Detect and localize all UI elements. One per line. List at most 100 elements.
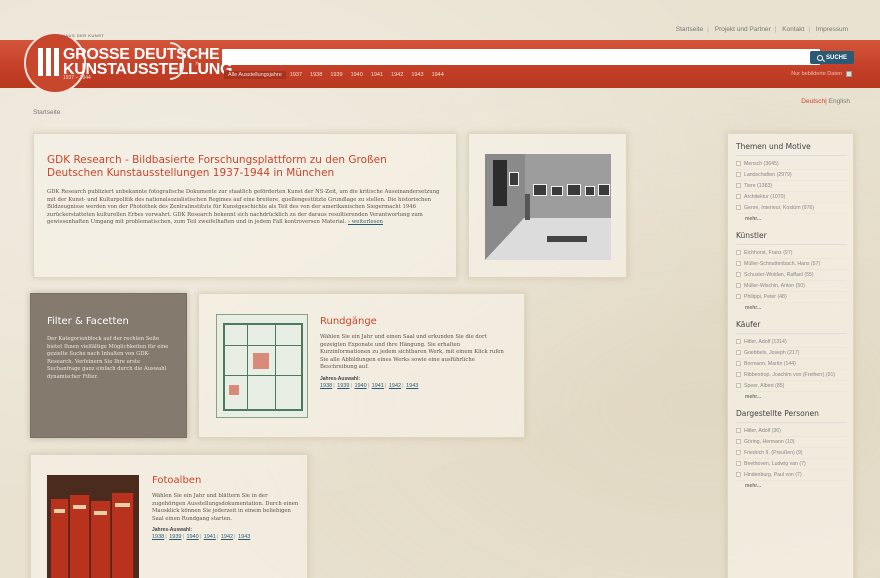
facet-item[interactable]: Speer, Albert (85) [736,381,847,392]
facet-more-link[interactable]: mehr... [736,303,847,315]
facet-item[interactable]: Bormann, Martin (144) [736,359,847,370]
facet-item[interactable]: Schuster-Woldan, Raffael (55) [736,270,847,281]
album-year-link[interactable]: 1943 [238,534,250,540]
facet-label: Genre, Interieur, Kostüm (976) [744,204,815,211]
floor-plan-image[interactable] [216,314,308,418]
rundgaenge-title[interactable]: Rundgänge [320,316,510,327]
plan-wall [275,323,276,411]
facet-item[interactable]: Müller-Schnuttenbach, Hans (57) [736,259,847,270]
facet-checkbox[interactable] [736,205,741,211]
facet-checkbox[interactable] [736,383,741,389]
facet-checkbox[interactable] [736,350,741,356]
facet-more-link[interactable]: mehr... [736,214,847,226]
facet-checkbox[interactable] [736,272,741,278]
facet-checkbox[interactable] [736,428,741,434]
facet-checkbox[interactable] [736,294,741,300]
exhibition-hall-photo[interactable] [485,154,611,260]
top-link-imprint[interactable]: Impressum [816,26,848,33]
only-images-checkbox[interactable] [846,71,852,77]
top-link-contact[interactable]: Kontakt [782,26,804,33]
facet-label: Hitler, Adolf (1314) [744,338,787,345]
photo-albums-image[interactable] [47,475,139,578]
plan-wall [223,345,303,346]
filter-panel: Filter & Facetten Der Kategorienblock au… [30,293,187,438]
facet-checkbox[interactable] [736,472,741,478]
facet-item[interactable]: Ribbentrop, Joachim von (Freiherr) (91) [736,370,847,381]
facet-item[interactable]: Hitler, Adolf (1314) [736,337,847,348]
year-tab-1939[interactable]: 1939 [326,71,346,79]
plan-wall [247,323,248,411]
facet-checkbox[interactable] [736,283,741,289]
facet-item[interactable]: Tiere (1383) [736,181,847,192]
year-tab-1942[interactable]: 1942 [387,71,407,79]
facet-label: Tiere (1383) [744,182,773,189]
facet-item[interactable]: Genre, Interieur, Kostüm (976) [736,203,847,214]
lang-de[interactable]: Deutsch [801,98,825,105]
fotoalben-title[interactable]: Fotoalben [152,475,302,486]
read-more-link[interactable]: › weiterlesen [348,219,383,225]
facet-item[interactable]: Eichhorst, Franz (97) [736,248,847,259]
search-button-label: SUCHE [825,54,847,61]
facet-item[interactable]: Beethoven, Ludwig van (7) [736,459,847,470]
search-button[interactable]: SUCHE [810,51,854,64]
album-year-link[interactable]: 1941 [204,534,216,540]
facet-item[interactable]: Müller-Wischin, Anton (50) [736,281,847,292]
facet-checkbox[interactable] [736,439,741,445]
only-images-toggle[interactable]: Nur bebilderte Daten [791,71,852,77]
facet-item[interactable]: Architektur (1070) [736,192,847,203]
album-year-link[interactable]: 1942 [221,534,233,540]
facet-item[interactable]: Goebbels, Joseph (217) [736,348,847,359]
rundgang-year-link[interactable]: 1939 [337,383,349,389]
year-tab-1941[interactable]: 1941 [367,71,387,79]
facet-item[interactable]: Landschaften (2979) [736,170,847,181]
facet-item[interactable]: Philippi, Peter (48) [736,292,847,303]
album-year-link[interactable]: 1939 [169,534,181,540]
rundgang-year-link[interactable]: 1941 [372,383,384,389]
intro-panel: GDK Research - Bildbasierte Forschungspl… [33,133,457,278]
facet-checkbox[interactable] [736,250,741,256]
year-tab-1944[interactable]: 1944 [428,71,448,79]
rundgang-year-link[interactable]: 1938 [320,383,332,389]
album-year-link[interactable]: 1940 [186,534,198,540]
rundgang-year-link[interactable]: 1940 [354,383,366,389]
search-input[interactable] [222,49,820,65]
facet-checkbox[interactable] [736,172,741,178]
year-tab-1938[interactable]: 1938 [306,71,326,79]
facet-label: Beethoven, Ludwig van (7) [744,460,806,467]
top-link-project[interactable]: Projekt und Partner [715,26,771,33]
facet-checkbox[interactable] [736,339,741,345]
rundgang-year-link[interactable]: 1942 [389,383,401,389]
year-tab-1937[interactable]: 1937 [286,71,306,79]
separator: | [182,534,184,541]
album-year-link[interactable]: 1938 [152,534,164,540]
facet-checkbox[interactable] [736,194,741,200]
lang-separator: | [825,98,827,105]
facet-checkbox[interactable] [736,161,741,167]
facet-item[interactable]: Göring, Hermann (10) [736,437,847,448]
facet-title: Künstler [736,231,847,245]
facet-more-link[interactable]: mehr... [736,392,847,404]
year-tab-1940[interactable]: 1940 [347,71,367,79]
facet-checkbox[interactable] [736,183,741,189]
separator: | [384,382,387,389]
logo-title[interactable]: GROSSE DEUTSCHE KUNSTAUSSTELLUNG [63,47,232,78]
lang-en[interactable]: English [829,98,850,105]
facet-label: Müller-Wischin, Anton (50) [744,282,805,289]
separator: | [216,534,219,541]
rundgang-year-link[interactable]: 1943 [406,383,418,389]
facet-item[interactable]: Hitler, Adolf (36) [736,426,847,437]
top-link-home[interactable]: Startseite [676,26,703,33]
facet-checkbox[interactable] [736,372,741,378]
facet-checkbox[interactable] [736,461,741,467]
facet-checkbox[interactable] [736,450,741,456]
breadcrumb[interactable]: Startseite [33,109,60,116]
facet-checkbox[interactable] [736,261,741,267]
facet-more-link[interactable]: mehr... [736,481,847,493]
year-tab-all[interactable]: Alle Ausstellungsjahre [224,71,286,79]
year-tab-1943[interactable]: 1943 [407,71,427,79]
facet-item[interactable]: Hindenburg, Paul von (7) [736,470,847,481]
facet-item[interactable]: Friedrich II. (Preußen) (9) [736,448,847,459]
separator: | [808,26,811,33]
facet-checkbox[interactable] [736,361,741,367]
facet-item[interactable]: Mensch (3645) [736,159,847,170]
